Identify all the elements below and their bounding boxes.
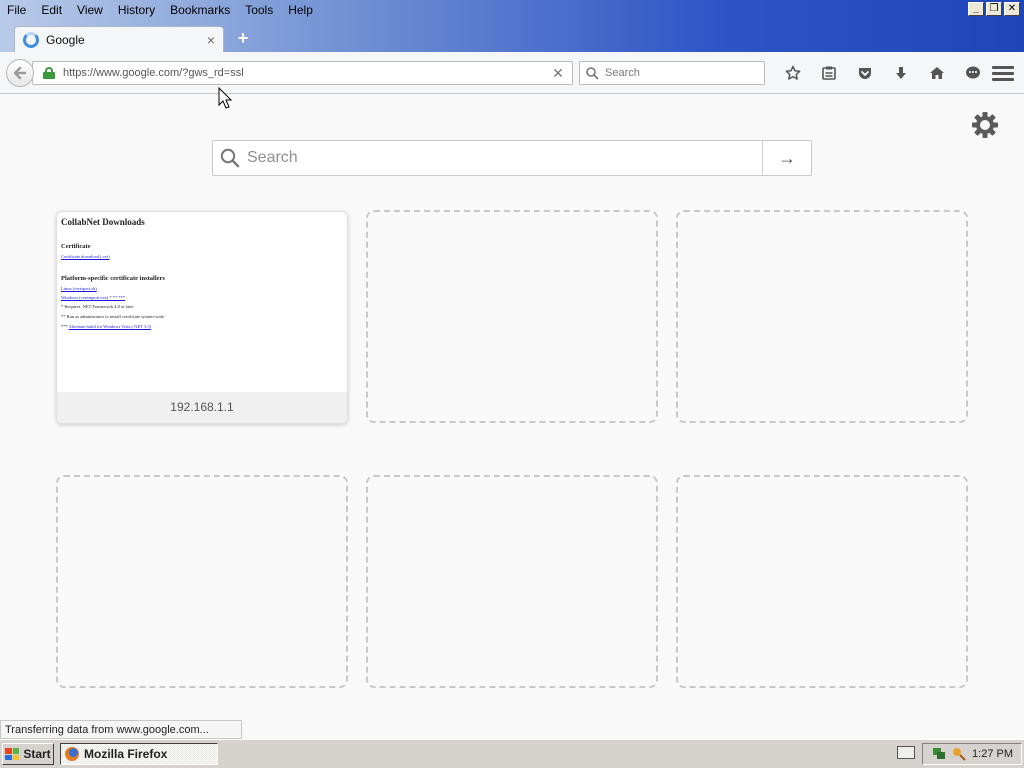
pocket-icon[interactable] xyxy=(847,62,883,84)
search-icon xyxy=(586,66,599,80)
security-icon[interactable] xyxy=(952,747,966,761)
download-icon[interactable] xyxy=(883,62,919,84)
hamburger-menu-button[interactable] xyxy=(992,62,1014,84)
system-tray: 1:27 PM xyxy=(922,743,1022,765)
menu-help[interactable]: Help xyxy=(288,3,313,17)
nav-bar: https://www.google.com/?gws_rd=ssl ✕ Sea… xyxy=(0,52,1024,94)
taskbar: Start Mozilla Firefox 1:27 PM xyxy=(0,739,1024,768)
top-site-tile[interactable]: CollabNet Downloads Certificate Certific… xyxy=(56,211,348,424)
tab-title: Google xyxy=(46,33,85,47)
menu-bar: File Edit View History Bookmarks Tools H… xyxy=(0,0,328,20)
windows-logo-icon xyxy=(5,748,20,760)
menu-bookmarks[interactable]: Bookmarks xyxy=(170,3,230,17)
thumb-section: Certificate xyxy=(61,243,91,250)
home-icon[interactable] xyxy=(919,62,955,84)
back-button[interactable] xyxy=(6,59,34,87)
menu-file[interactable]: File xyxy=(7,3,26,17)
lock-icon[interactable] xyxy=(43,67,55,79)
menu-line xyxy=(992,77,1014,81)
title-bar: File Edit View History Bookmarks Tools H… xyxy=(0,0,1024,53)
empty-tile xyxy=(676,475,968,688)
url-clear-button[interactable]: ✕ xyxy=(544,65,572,82)
taskbar-item-label: Mozilla Firefox xyxy=(84,747,168,761)
url-text[interactable]: https://www.google.com/?gws_rd=ssl xyxy=(63,67,544,79)
status-bar: Transferring data from www.google.com... xyxy=(0,720,242,739)
mouse-cursor-icon xyxy=(218,87,232,109)
gear-icon[interactable] xyxy=(969,109,1001,141)
chat-icon[interactable] xyxy=(955,62,991,84)
close-window-button[interactable]: ✕ xyxy=(1004,2,1020,16)
network-icon[interactable] xyxy=(932,747,946,761)
loading-icon xyxy=(23,32,39,48)
new-tab-button[interactable]: + xyxy=(234,28,252,48)
star-icon[interactable] xyxy=(775,62,811,84)
start-button[interactable]: Start xyxy=(2,743,54,765)
url-bar[interactable]: https://www.google.com/?gws_rd=ssl ✕ xyxy=(32,61,573,85)
newtab-search-input[interactable] xyxy=(247,141,762,175)
thumb-note: ** Run as administrator to install certi… xyxy=(61,314,164,319)
tab-google[interactable]: Google × xyxy=(14,26,224,53)
empty-tile xyxy=(676,210,968,423)
thumb-heading: CollabNet Downloads xyxy=(61,217,145,227)
menu-line xyxy=(992,65,1014,69)
thumb-note: * Requires .NET Framework 4.0 or later xyxy=(61,304,134,309)
search-bar[interactable]: Search xyxy=(579,61,765,85)
search-icon xyxy=(213,141,247,175)
menu-history[interactable]: History xyxy=(118,3,155,17)
firefox-icon xyxy=(65,747,79,761)
menu-line xyxy=(992,71,1014,75)
new-tab-page: → CollabNet Downloads Certificate Certif… xyxy=(0,87,1024,720)
menu-view[interactable]: View xyxy=(77,3,103,17)
empty-tile xyxy=(366,475,658,688)
reading-list-icon[interactable] xyxy=(811,62,847,84)
menu-edit[interactable]: Edit xyxy=(41,3,62,17)
thumb-link: Linux (certsport.sh) xyxy=(61,286,97,291)
clock[interactable]: 1:27 PM xyxy=(972,748,1013,760)
arrow-left-icon xyxy=(13,66,27,80)
keyboard-icon[interactable] xyxy=(897,746,915,759)
empty-tile xyxy=(56,475,348,688)
newtab-search-box[interactable]: → xyxy=(212,140,812,176)
search-go-button[interactable]: → xyxy=(762,141,811,175)
thumb-note-prefix: *** xyxy=(61,324,68,329)
thumb-link: Certificate download (.cer) xyxy=(61,254,110,259)
thumb-note: *** Alternate build for Windows Vista (.… xyxy=(61,324,343,329)
thumb-link: Alternate build for Windows Vista (.NET … xyxy=(68,324,152,329)
taskbar-item-firefox[interactable]: Mozilla Firefox xyxy=(60,743,218,765)
minimize-button[interactable]: _ xyxy=(968,2,984,16)
empty-tile xyxy=(366,210,658,423)
thumb-link: Windows (certimport.exe) * ** *** xyxy=(61,295,126,300)
start-label: Start xyxy=(23,747,51,761)
tile-label: 192.168.1.1 xyxy=(57,392,347,423)
restore-button[interactable]: ❐ xyxy=(986,2,1002,16)
menu-tools[interactable]: Tools xyxy=(245,3,273,17)
thumb-section: Platform-specific certificate installers xyxy=(61,275,165,282)
toolbar-icons xyxy=(775,62,991,84)
tab-close-button[interactable]: × xyxy=(207,32,215,48)
window-controls: _ ❐ ✕ xyxy=(968,2,1020,16)
search-bar-placeholder: Search xyxy=(605,67,640,79)
tile-thumbnail: CollabNet Downloads Certificate Certific… xyxy=(57,212,347,390)
